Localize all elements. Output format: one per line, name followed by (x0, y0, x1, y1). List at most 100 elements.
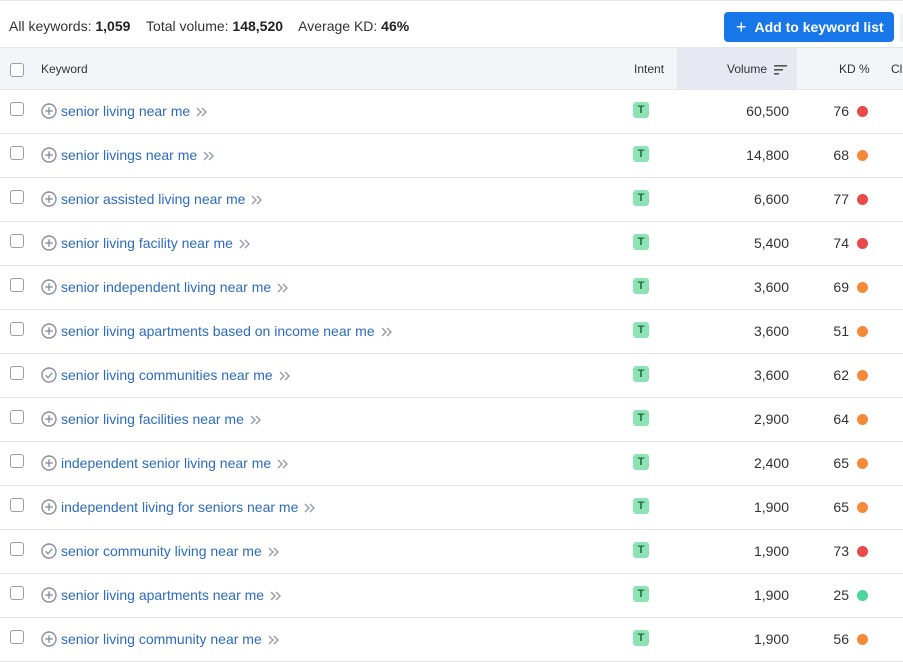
row-checkbox[interactable] (10, 102, 24, 116)
kd-difficulty-dot (857, 414, 868, 425)
row-checkbox[interactable] (10, 410, 24, 424)
intent-badge: T (633, 410, 649, 426)
plus-circle-icon[interactable] (41, 147, 57, 163)
row-checkbox[interactable] (10, 498, 24, 512)
kd-value: 62 (833, 367, 849, 383)
plus-circle-icon[interactable] (41, 411, 57, 427)
kd-value: 69 (833, 279, 849, 295)
keyword-text: senior livings near me (61, 147, 198, 163)
row-checkbox[interactable] (10, 586, 24, 600)
sort-descending-icon (774, 64, 788, 75)
add-to-keyword-list-button[interactable]: + Add to keyword list (724, 12, 894, 42)
row-checkbox[interactable] (10, 146, 24, 160)
select-all-checkbox[interactable] (10, 63, 24, 77)
kd-value: 65 (833, 455, 849, 471)
volume-value: 1,900 (753, 631, 789, 647)
table-row: senior living facility near me T 5,400 74 (0, 222, 903, 266)
volume-value: 5,400 (753, 235, 789, 251)
column-header-keyword[interactable]: Keyword (41, 62, 88, 76)
plus-circle-icon[interactable] (41, 499, 57, 515)
row-checkbox[interactable] (10, 366, 24, 380)
double-chevron-right-icon[interactable] (196, 105, 208, 121)
table-row: senior living facilities near me T 2,900 64 (0, 398, 903, 442)
double-chevron-right-icon[interactable] (279, 369, 291, 385)
volume-value: 1,900 (753, 543, 789, 559)
keyword-link[interactable]: senior community living near me (61, 543, 280, 561)
plus-circle-icon[interactable] (41, 587, 57, 603)
column-header-next[interactable]: Cl (891, 62, 902, 76)
volume-value: 2,400 (753, 455, 789, 471)
keyword-text: senior living facilities near me (61, 411, 244, 427)
plus-circle-icon[interactable] (41, 235, 57, 251)
volume-value: 60,500 (746, 103, 789, 119)
double-chevron-right-icon[interactable] (268, 633, 280, 649)
table-row: senior assisted living near me T 6,600 77 (0, 178, 903, 222)
kd-value: 56 (833, 631, 849, 647)
row-checkbox[interactable] (10, 542, 24, 556)
keyword-summary: All keywords: 1,059 Total volume: 148,52… (9, 18, 409, 34)
check-circle-icon[interactable] (41, 543, 57, 559)
keyword-link[interactable]: senior living facility near me (61, 235, 251, 253)
row-checkbox[interactable] (10, 190, 24, 204)
volume-value: 3,600 (753, 323, 789, 339)
plus-circle-icon[interactable] (41, 279, 57, 295)
double-chevron-right-icon[interactable] (381, 325, 393, 341)
double-chevron-right-icon[interactable] (250, 413, 262, 429)
plus-circle-icon[interactable] (41, 103, 57, 119)
keyword-link[interactable]: senior living near me (61, 103, 208, 121)
volume-value: 6,600 (753, 191, 789, 207)
keyword-link[interactable]: senior livings near me (61, 147, 215, 165)
kd-difficulty-dot (857, 150, 868, 161)
double-chevron-right-icon[interactable] (277, 281, 289, 297)
double-chevron-right-icon[interactable] (268, 545, 280, 561)
table-row: senior living near me T 60,500 76 (0, 90, 903, 134)
keyword-text: senior living apartments based on income… (61, 323, 375, 339)
column-header-kd[interactable]: KD % (839, 62, 870, 76)
plus-circle-icon[interactable] (41, 631, 57, 647)
row-checkbox[interactable] (10, 454, 24, 468)
row-checkbox[interactable] (10, 630, 24, 644)
column-header-intent[interactable]: Intent (634, 62, 664, 76)
keyword-link[interactable]: senior living apartments based on income… (61, 323, 393, 341)
intent-badge: T (633, 322, 649, 338)
keyword-text: senior living near me (61, 103, 191, 119)
row-checkbox[interactable] (10, 322, 24, 336)
plus-circle-icon[interactable] (41, 323, 57, 339)
check-circle-icon[interactable] (41, 367, 57, 383)
keyword-link[interactable]: senior living community near me (61, 631, 280, 649)
double-chevron-right-icon[interactable] (239, 237, 251, 253)
kd-value: 25 (833, 587, 849, 603)
keyword-text: senior assisted living near me (61, 191, 246, 207)
keyword-text: independent living for seniors near me (61, 499, 299, 515)
intent-badge: T (633, 542, 649, 558)
plus-circle-icon[interactable] (41, 191, 57, 207)
intent-badge: T (633, 454, 649, 470)
row-checkbox[interactable] (10, 234, 24, 248)
kd-difficulty-dot (857, 590, 868, 601)
double-chevron-right-icon[interactable] (304, 501, 316, 517)
keyword-link[interactable]: independent living for seniors near me (61, 499, 316, 517)
double-chevron-right-icon[interactable] (251, 193, 263, 209)
double-chevron-right-icon[interactable] (277, 457, 289, 473)
plus-circle-icon[interactable] (41, 455, 57, 471)
all-keywords-label: All keywords: (9, 18, 92, 34)
column-header-volume[interactable]: Volume (727, 62, 788, 76)
keyword-link[interactable]: independent senior living near me (61, 455, 289, 473)
table-row: senior independent living near me T 3,600 6… (0, 266, 903, 310)
keyword-link[interactable]: senior living apartments near me (61, 587, 282, 605)
keyword-text: senior living apartments near me (61, 587, 265, 603)
keyword-link[interactable]: senior living communities near me (61, 367, 291, 385)
double-chevron-right-icon[interactable] (203, 149, 215, 165)
kd-difficulty-dot (857, 546, 868, 557)
kd-difficulty-dot (857, 326, 868, 337)
keyword-link[interactable]: senior independent living near me (61, 279, 289, 297)
keyword-link[interactable]: senior living facilities near me (61, 411, 262, 429)
intent-badge: T (633, 190, 649, 206)
keyword-text: senior community living near me (61, 543, 262, 559)
double-chevron-right-icon[interactable] (270, 589, 282, 605)
row-checkbox[interactable] (10, 278, 24, 292)
intent-badge: T (633, 278, 649, 294)
keyword-link[interactable]: senior assisted living near me (61, 191, 263, 209)
kd-value: 68 (833, 147, 849, 163)
keyword-text: senior living communities near me (61, 367, 273, 383)
